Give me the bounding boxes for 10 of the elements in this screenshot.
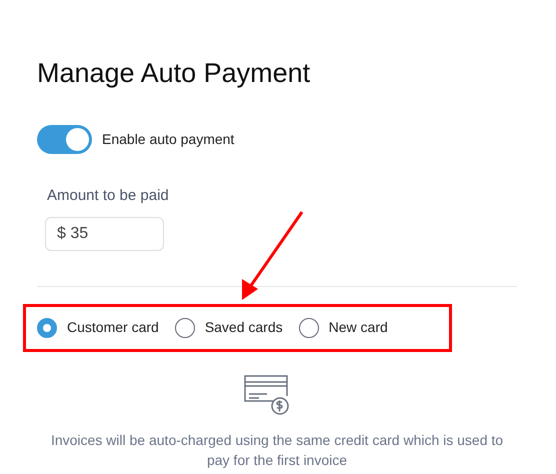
- info-text: Invoices will be auto-charged using the same credit card which is used to pay for the first invoice: [50, 430, 504, 470]
- radio-option[interactable]: Saved cards: [174, 317, 283, 338]
- radio-option[interactable]: Customer card: [37, 317, 159, 338]
- amount-field[interactable]: $ 35: [45, 216, 164, 250]
- toggle-switch[interactable]: [37, 125, 92, 154]
- toggle-label: Enable auto payment: [102, 130, 234, 149]
- page-title: Manage Auto Payment: [37, 57, 312, 90]
- field-label: Amount to be paid: [47, 186, 170, 206]
- radio-option[interactable]: New card: [298, 317, 388, 338]
- card-payment-icon: [243, 374, 291, 416]
